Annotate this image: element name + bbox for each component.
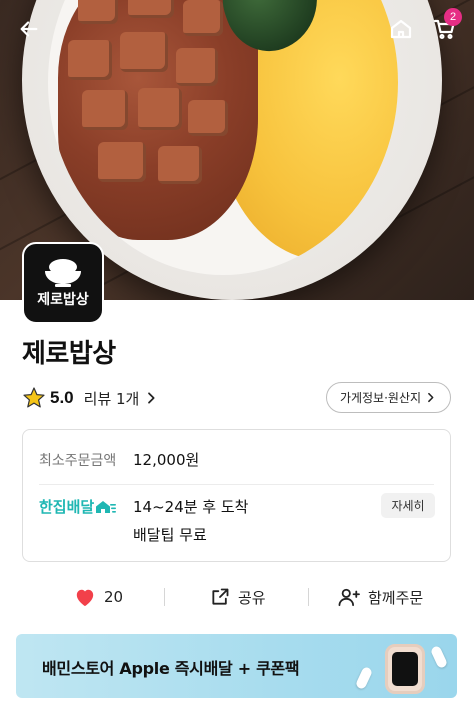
store-info-button[interactable]: 가게정보·원산지 bbox=[326, 382, 451, 413]
like-button[interactable]: 20 bbox=[74, 580, 123, 614]
like-count: 20 bbox=[104, 588, 124, 606]
action-divider bbox=[164, 588, 165, 606]
review-link[interactable]: 리뷰 1개 bbox=[84, 388, 160, 409]
home-button[interactable] bbox=[384, 12, 418, 46]
delivery-service-label: 한집배달 bbox=[39, 498, 95, 516]
chevron-right-icon bbox=[148, 392, 155, 404]
share-icon bbox=[212, 588, 229, 605]
add-person-icon bbox=[338, 588, 360, 607]
rating-value: 5.0 bbox=[50, 388, 74, 407]
delivery-info-card: 최소주문금액 12,000원 한집배달 14~24분 후 도착 배달팁 무료 자… bbox=[22, 429, 451, 562]
cart-count-badge: 2 bbox=[444, 8, 462, 26]
airpod-image bbox=[354, 665, 374, 691]
card-divider bbox=[39, 484, 434, 485]
rating-row: 5.0 리뷰 1개 bbox=[22, 386, 159, 410]
delivery-detail-button[interactable]: 자세히 bbox=[381, 493, 435, 518]
home-icon bbox=[390, 19, 412, 39]
back-button[interactable] bbox=[12, 12, 46, 46]
rice-bowl-icon bbox=[45, 259, 81, 287]
share-label: 공유 bbox=[238, 588, 266, 607]
store-logo: 제로밥상 bbox=[22, 242, 104, 324]
store-info-label: 가게정보·원산지 bbox=[339, 391, 422, 405]
delivery-service-name: 한집배달 bbox=[39, 496, 117, 517]
store-logo-text: 제로밥상 bbox=[37, 292, 89, 308]
promo-banner-text: 배민스토어 Apple 즉시배달 + 쿠폰팩 bbox=[42, 659, 300, 678]
min-order-label: 최소주문금액 bbox=[39, 453, 117, 469]
group-order-button[interactable]: 함께주문 bbox=[338, 580, 423, 614]
chevron-right-icon bbox=[428, 392, 434, 403]
heart-icon bbox=[76, 589, 94, 607]
action-divider bbox=[308, 588, 309, 606]
delivery-eta: 14~24분 후 도착 bbox=[133, 498, 249, 516]
delivery-tip: 배달팁 무료 bbox=[133, 526, 207, 544]
star-icon bbox=[23, 387, 45, 408]
share-button[interactable]: 공유 bbox=[210, 580, 266, 614]
promo-banner[interactable]: 배민스토어 Apple 즉시배달 + 쿠폰팩 bbox=[16, 634, 457, 698]
review-count-label: 리뷰 1개 bbox=[83, 389, 140, 408]
min-order-value: 12,000원 bbox=[133, 451, 200, 469]
apple-watch-image bbox=[385, 644, 425, 694]
airpod-image bbox=[429, 644, 449, 670]
store-name: 제로밥상 bbox=[22, 339, 116, 369]
group-order-label: 함께주문 bbox=[368, 588, 424, 607]
home-speed-icon bbox=[96, 500, 117, 513]
arrow-left-icon bbox=[20, 21, 38, 37]
action-bar: 20 공유 함께주문 bbox=[0, 580, 474, 614]
